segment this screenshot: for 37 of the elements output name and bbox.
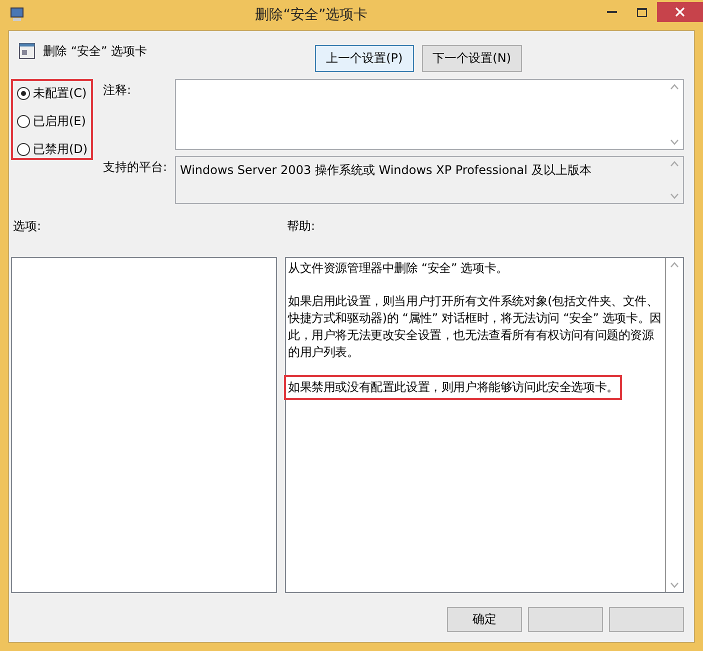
radio-option[interactable]: 未配置(C): [17, 85, 91, 101]
window-title: 删除“安全”选项卡: [254, 6, 369, 24]
radio-option[interactable]: 已禁用(D): [17, 141, 91, 157]
scroll-down-icon[interactable]: [670, 139, 679, 145]
dialog-button[interactable]: 确定: [447, 607, 522, 632]
comment-field[interactable]: [175, 79, 684, 150]
scroll-up-icon[interactable]: [670, 262, 679, 268]
field-label: 注释:: [103, 82, 132, 99]
radio-button[interactable]: [17, 142, 30, 156]
panel-label: 帮助:: [287, 218, 316, 235]
platform-text: Windows Server 2003 操作系统或 Windows XP Professional 及以上版本: [179, 162, 592, 179]
dialog-button[interactable]: [528, 607, 603, 632]
scroll-up-icon[interactable]: [670, 161, 679, 167]
minimize-icon: [607, 11, 617, 13]
radio-label: 已禁用(D): [33, 140, 88, 158]
policy-title: 删除 “安全” 选项卡: [43, 43, 148, 60]
scroll-down-icon[interactable]: [670, 582, 679, 588]
radio-option[interactable]: 已启用(E): [17, 113, 91, 129]
scroll-down-icon[interactable]: [670, 193, 679, 199]
dialog-button[interactable]: [609, 607, 684, 632]
navigation-button[interactable]: 下一个设置(N): [422, 45, 522, 72]
radio-label: 未配置(C): [33, 84, 87, 102]
radio-button[interactable]: [17, 114, 30, 128]
navigation-button[interactable]: 上一个设置(P): [315, 45, 414, 72]
help-paragraph: 如果禁用或没有配置此设置，则用户将能够访问此安全选项卡。: [286, 377, 620, 398]
policy-icon: [19, 43, 35, 59]
help-paragraph: 如果启用此设置，则当用户打开所有文件系统对象(包括文件夹、文件、快捷方式和驱动器)的 “属性” 对话框时，将无法访问 “安全” 选项卡。因此，用户将无法更改安全设置，也无法查看所有有权访问有问题的资源的用户列表。: [288, 293, 662, 361]
help-paragraph: 从文件资源管理器中删除 “安全” 选项卡。: [288, 260, 509, 277]
maximize-icon: [637, 8, 647, 16]
computer-icon: [8, 7, 26, 23]
close-button[interactable]: [657, 2, 703, 22]
panel-label: 选项:: [13, 218, 42, 235]
scroll-up-icon[interactable]: [670, 84, 679, 90]
field-label: 支持的平台:: [103, 159, 168, 176]
radio-button[interactable]: [17, 86, 30, 100]
radio-label: 已启用(E): [33, 112, 86, 130]
close-icon: [675, 7, 685, 17]
